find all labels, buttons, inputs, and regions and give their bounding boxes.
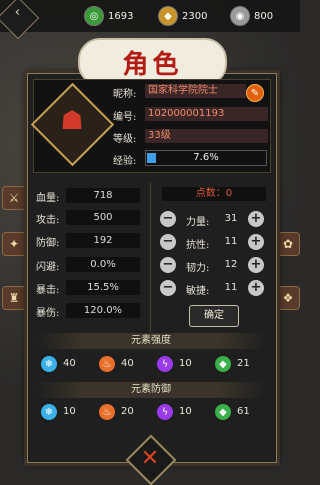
back-arrow-icon: ‹ <box>14 4 20 20</box>
base-stats: 血量: 718 攻击: 500 防御: 192 闪避: 0.0% 暴击: 15.… <box>33 180 145 320</box>
attribute-value: 11 <box>224 236 238 247</box>
exp-value: 7.6% <box>193 152 219 163</box>
divider <box>150 182 151 332</box>
attribute-row: − 韧力: 12 + <box>156 256 268 276</box>
increase-button[interactable]: + <box>248 234 264 250</box>
stat-label: 血量: <box>36 193 60 204</box>
element-value: 10 <box>179 358 192 369</box>
stat-row: 防御: 192 <box>33 233 145 249</box>
stat-value: 120.0% <box>66 303 140 318</box>
poison-icon: ◆ <box>215 404 231 420</box>
element-value: 21 <box>237 358 250 369</box>
stat-label: 防御: <box>36 238 60 249</box>
element-item: ❄ 10 <box>35 402 91 422</box>
stat-label: 暴击: <box>36 285 60 296</box>
attribute-row: − 敏捷: 11 + <box>156 279 268 299</box>
element-strength-row: ❄ 40 ♨ 40 ϟ 10 ◆ 21 <box>33 352 269 376</box>
stat-label: 闪避: <box>36 262 60 273</box>
fire-icon: ♨ <box>99 356 115 372</box>
side-menu-icon[interactable]: ♜ <box>2 286 26 310</box>
side-menu-icon[interactable]: ✿ <box>276 232 300 256</box>
fire-icon: ♨ <box>99 404 115 420</box>
resource-silver: ◉ 800 <box>230 6 273 26</box>
nickname-label: 昵称: <box>113 89 137 100</box>
element-value: 40 <box>63 358 76 369</box>
lightning-icon: ϟ <box>157 356 173 372</box>
silver-coin-icon: ◉ <box>230 6 250 26</box>
attribute-label: 抗性: <box>186 240 210 251</box>
stat-row: 暴击: 15.5% <box>33 280 145 296</box>
side-menu-icon[interactable]: ❖ <box>276 286 300 310</box>
element-value: 61 <box>237 406 250 417</box>
decrease-button[interactable]: − <box>160 280 176 296</box>
resource-value: 2300 <box>182 10 208 22</box>
gold-coin-icon: ◆ <box>158 6 178 26</box>
points-display: 点数：0 <box>162 187 266 201</box>
close-icon[interactable]: ✕ <box>133 442 167 476</box>
attribute-label: 韧力: <box>186 263 210 274</box>
resource-value: 800 <box>254 10 274 22</box>
level-label: 等级: <box>113 134 137 145</box>
element-item: ♨ 20 <box>93 402 149 422</box>
element-value: 40 <box>121 358 134 369</box>
ice-icon: ❄ <box>41 356 57 372</box>
resource-green: ◎ 1693 <box>84 6 133 26</box>
stat-value: 500 <box>66 210 140 225</box>
page-title: 角色 <box>122 49 183 80</box>
lightning-icon: ϟ <box>157 404 173 420</box>
attribute-value: 12 <box>224 259 238 270</box>
level-value: 33级 <box>145 129 268 143</box>
decrease-button[interactable]: − <box>160 234 176 250</box>
stat-label: 暴伤: <box>36 308 60 319</box>
stat-value: 15.5% <box>66 280 140 295</box>
element-defense-header: 元素防御 <box>36 382 266 398</box>
element-value: 10 <box>179 406 192 417</box>
element-item: ◆ 61 <box>209 402 265 422</box>
attribute-value: 31 <box>224 213 238 224</box>
stat-row: 闪避: 0.0% <box>33 257 145 273</box>
id-label: 编号: <box>113 112 137 123</box>
poison-icon: ◆ <box>215 356 231 372</box>
element-item: ϟ 10 <box>151 402 207 422</box>
element-strength-header: 元素强度 <box>36 333 266 349</box>
attribute-label: 敏捷: <box>186 286 210 297</box>
resource-gold: ◆ 2300 <box>158 6 207 26</box>
ice-icon: ❄ <box>41 404 57 420</box>
id-value: 102000001193 <box>145 107 268 121</box>
edit-icon[interactable]: ✎ <box>246 84 264 102</box>
increase-button[interactable]: + <box>248 211 264 227</box>
element-item: ❄ 40 <box>35 354 91 374</box>
element-value: 20 <box>121 406 134 417</box>
avatar[interactable]: ☗ <box>54 101 90 141</box>
stat-row: 攻击: 500 <box>33 210 145 226</box>
exp-bar: 7.6% <box>145 150 267 166</box>
element-defense-row: ❄ 10 ♨ 20 ϟ 10 ◆ 61 <box>33 400 269 424</box>
element-item: ϟ 10 <box>151 354 207 374</box>
stat-row: 暴伤: 120.0% <box>33 303 145 319</box>
side-menu-icon[interactable]: ⚔ <box>2 186 26 210</box>
attribute-row: − 力量: 31 + <box>156 210 268 230</box>
increase-button[interactable]: + <box>248 257 264 273</box>
increase-button[interactable]: + <box>248 280 264 296</box>
decrease-button[interactable]: − <box>160 211 176 227</box>
decrease-button[interactable]: − <box>160 257 176 273</box>
side-menu-icon[interactable]: ✦ <box>2 232 26 256</box>
stat-value: 0.0% <box>66 257 140 272</box>
attribute-label: 力量: <box>186 217 210 228</box>
stat-value: 718 <box>66 188 140 203</box>
element-item: ◆ 21 <box>209 354 265 374</box>
top-bar: ‹ ◎ 1693 ◆ 2300 ◉ 800 <box>0 0 300 40</box>
stat-label: 攻击: <box>36 215 60 226</box>
element-item: ♨ 40 <box>93 354 149 374</box>
attribute-value: 11 <box>224 282 238 293</box>
element-value: 10 <box>63 406 76 417</box>
stat-value: 192 <box>66 233 140 248</box>
exp-label: 经验: <box>113 156 137 167</box>
resource-value: 1693 <box>108 10 134 22</box>
confirm-button[interactable]: 确定 <box>189 305 239 327</box>
stat-row: 血量: 718 <box>33 188 145 204</box>
nickname-value: 国家科学院院士 <box>145 84 246 98</box>
green-swirl-icon: ◎ <box>84 6 104 26</box>
attribute-row: − 抗性: 11 + <box>156 233 268 253</box>
